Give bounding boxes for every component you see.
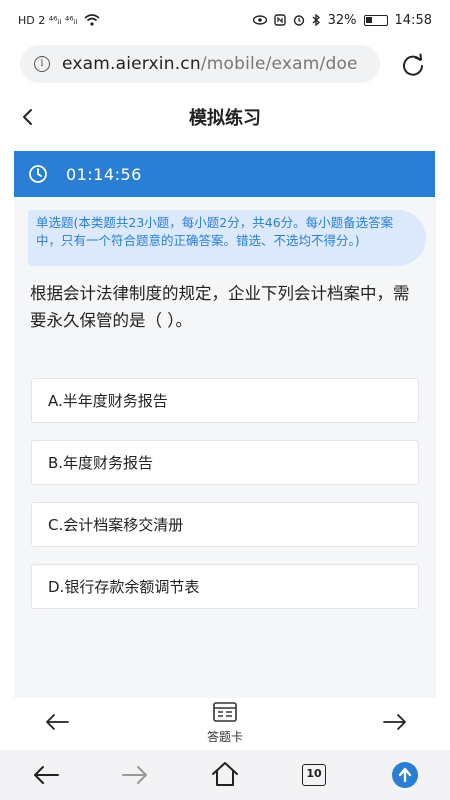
nfc-icon: [273, 14, 286, 26]
answer-card-icon: [213, 702, 237, 722]
option-a[interactable]: A.半年度财务报告: [31, 378, 419, 423]
url-text[interactable]: exam.aierxin.cn/mobile/exam/doe: [62, 54, 358, 74]
status-left: HD 2 ⁴⁶ᵢₗ ⁴⁶ᵢₗ: [18, 14, 100, 27]
site-info-icon[interactable]: i: [34, 56, 50, 72]
question-text: 根据会计法律制度的规定，企业下列会计档案中，需要永久保管的是（ ）。: [30, 284, 410, 330]
arrow-up-icon: [398, 767, 412, 783]
reload-icon[interactable]: [400, 52, 426, 78]
tabs-count-button[interactable]: 10: [302, 764, 326, 786]
status-bar: HD 2 ⁴⁶ᵢₗ ⁴⁶ᵢₗ 32% 14:58: [0, 0, 450, 40]
browser-back-icon[interactable]: [32, 762, 60, 788]
next-question-icon[interactable]: [382, 712, 408, 732]
home-icon[interactable]: [211, 761, 239, 787]
previous-question-icon[interactable]: [44, 712, 70, 732]
url-domain: exam.aierxin.cn: [62, 54, 201, 74]
page-title: 模拟练习: [189, 108, 261, 129]
network-indicators: HD 2 ⁴⁶ᵢₗ ⁴⁶ᵢₗ: [18, 13, 78, 27]
back-arrow-icon[interactable]: [18, 105, 38, 129]
section-instructions: 单选题(本类题共23小题，每小题2分，共46分。每小题备选答案中，只有一个符合题…: [28, 210, 426, 266]
timer-bar: 01:14:56: [14, 151, 435, 197]
status-right: 32% 14:58: [252, 12, 432, 28]
battery-percent: 32%: [327, 12, 357, 28]
alarm-icon: [293, 15, 304, 26]
url-path: /mobile/exam/doe: [200, 54, 358, 74]
wifi-icon: [84, 14, 100, 26]
scroll-top-button[interactable]: [392, 762, 418, 788]
answer-card-button[interactable]: 答题卡: [195, 702, 255, 748]
eye-icon: [252, 15, 267, 25]
bluetooth-icon: [312, 14, 320, 26]
browser-forward-icon[interactable]: [121, 762, 149, 788]
clock-icon: [29, 165, 47, 183]
timer-value: 01:14:56: [66, 164, 142, 184]
battery-icon: [363, 14, 388, 26]
option-c[interactable]: C.会计档案移交清册: [31, 502, 419, 547]
answer-card-label: 答题卡: [206, 730, 243, 744]
address-bar[interactable]: i exam.aierxin.cn/mobile/exam/doe: [20, 45, 380, 83]
option-b[interactable]: B.年度财务报告: [31, 440, 419, 485]
page-header: 模拟练习: [0, 95, 450, 139]
exam-bottom-nav: 答题卡: [0, 698, 450, 750]
option-d[interactable]: D.银行存款余额调节表: [31, 564, 419, 609]
clock: 14:58: [394, 12, 432, 28]
